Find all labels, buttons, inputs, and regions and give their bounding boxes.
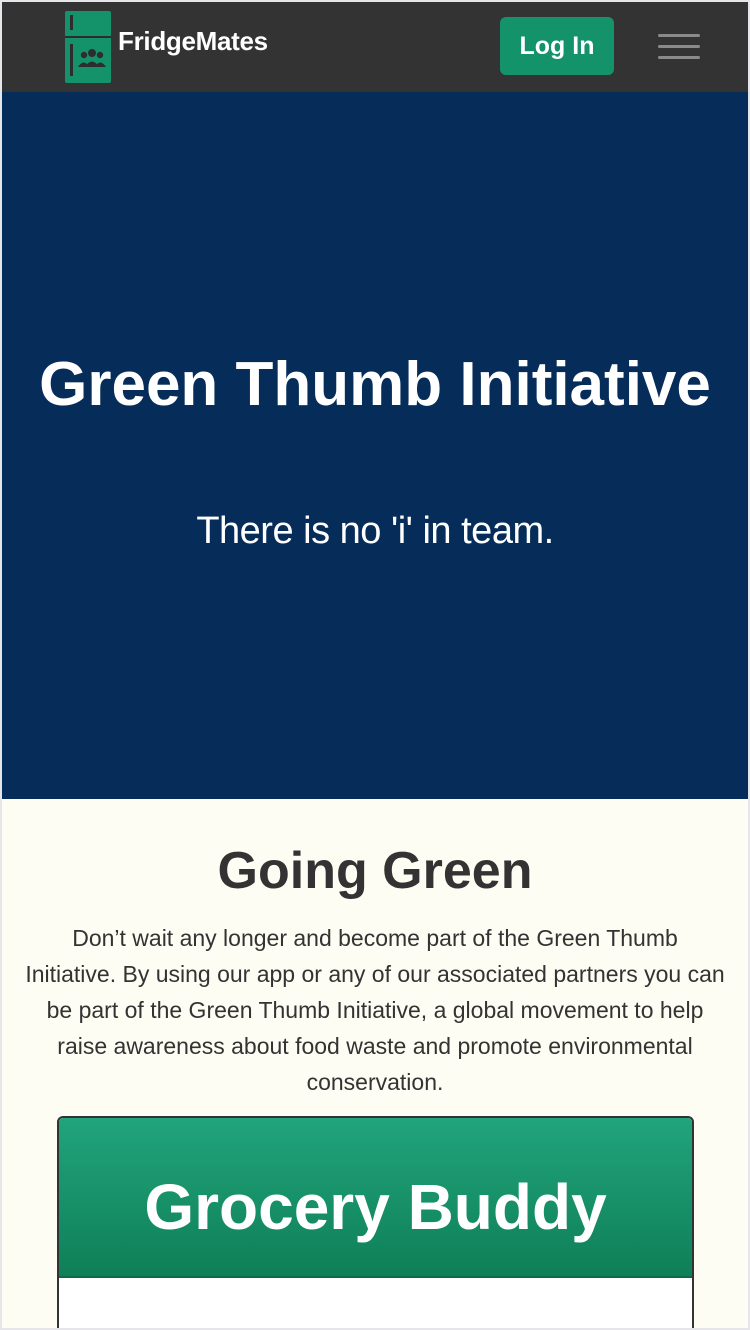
hero-subtitle: There is no 'i' in team. — [196, 510, 554, 552]
going-green-section: Going Green Don’t wait any longer and be… — [2, 799, 748, 1328]
hamburger-line — [658, 45, 700, 48]
hero-title: Green Thumb Initiative — [39, 350, 711, 419]
hero-banner: Green Thumb Initiative There is no 'i' i… — [2, 92, 748, 799]
brand-name[interactable]: FridgeMates — [118, 26, 268, 57]
grocery-buddy-card[interactable]: Grocery Buddy — [57, 1116, 694, 1328]
page-frame: FridgeMates Log In Green Thumb Initiativ… — [0, 0, 750, 1330]
people-icon — [78, 49, 106, 67]
hamburger-line — [658, 34, 700, 37]
fridge-handle-bottom — [70, 44, 73, 76]
card-header: Grocery Buddy — [59, 1118, 692, 1278]
section-description: Don’t wait any longer and become part of… — [25, 925, 725, 1095]
section-heading: Going Green — [217, 842, 533, 900]
fridge-handle-top — [70, 15, 73, 30]
hamburger-line — [658, 56, 700, 59]
card-title: Grocery Buddy — [144, 1171, 607, 1243]
hamburger-icon[interactable] — [658, 32, 702, 62]
fridge-logo-icon[interactable] — [65, 11, 111, 83]
login-button[interactable]: Log In — [500, 17, 614, 75]
top-navbar: FridgeMates Log In — [2, 2, 748, 92]
fridge-divider — [65, 36, 111, 38]
